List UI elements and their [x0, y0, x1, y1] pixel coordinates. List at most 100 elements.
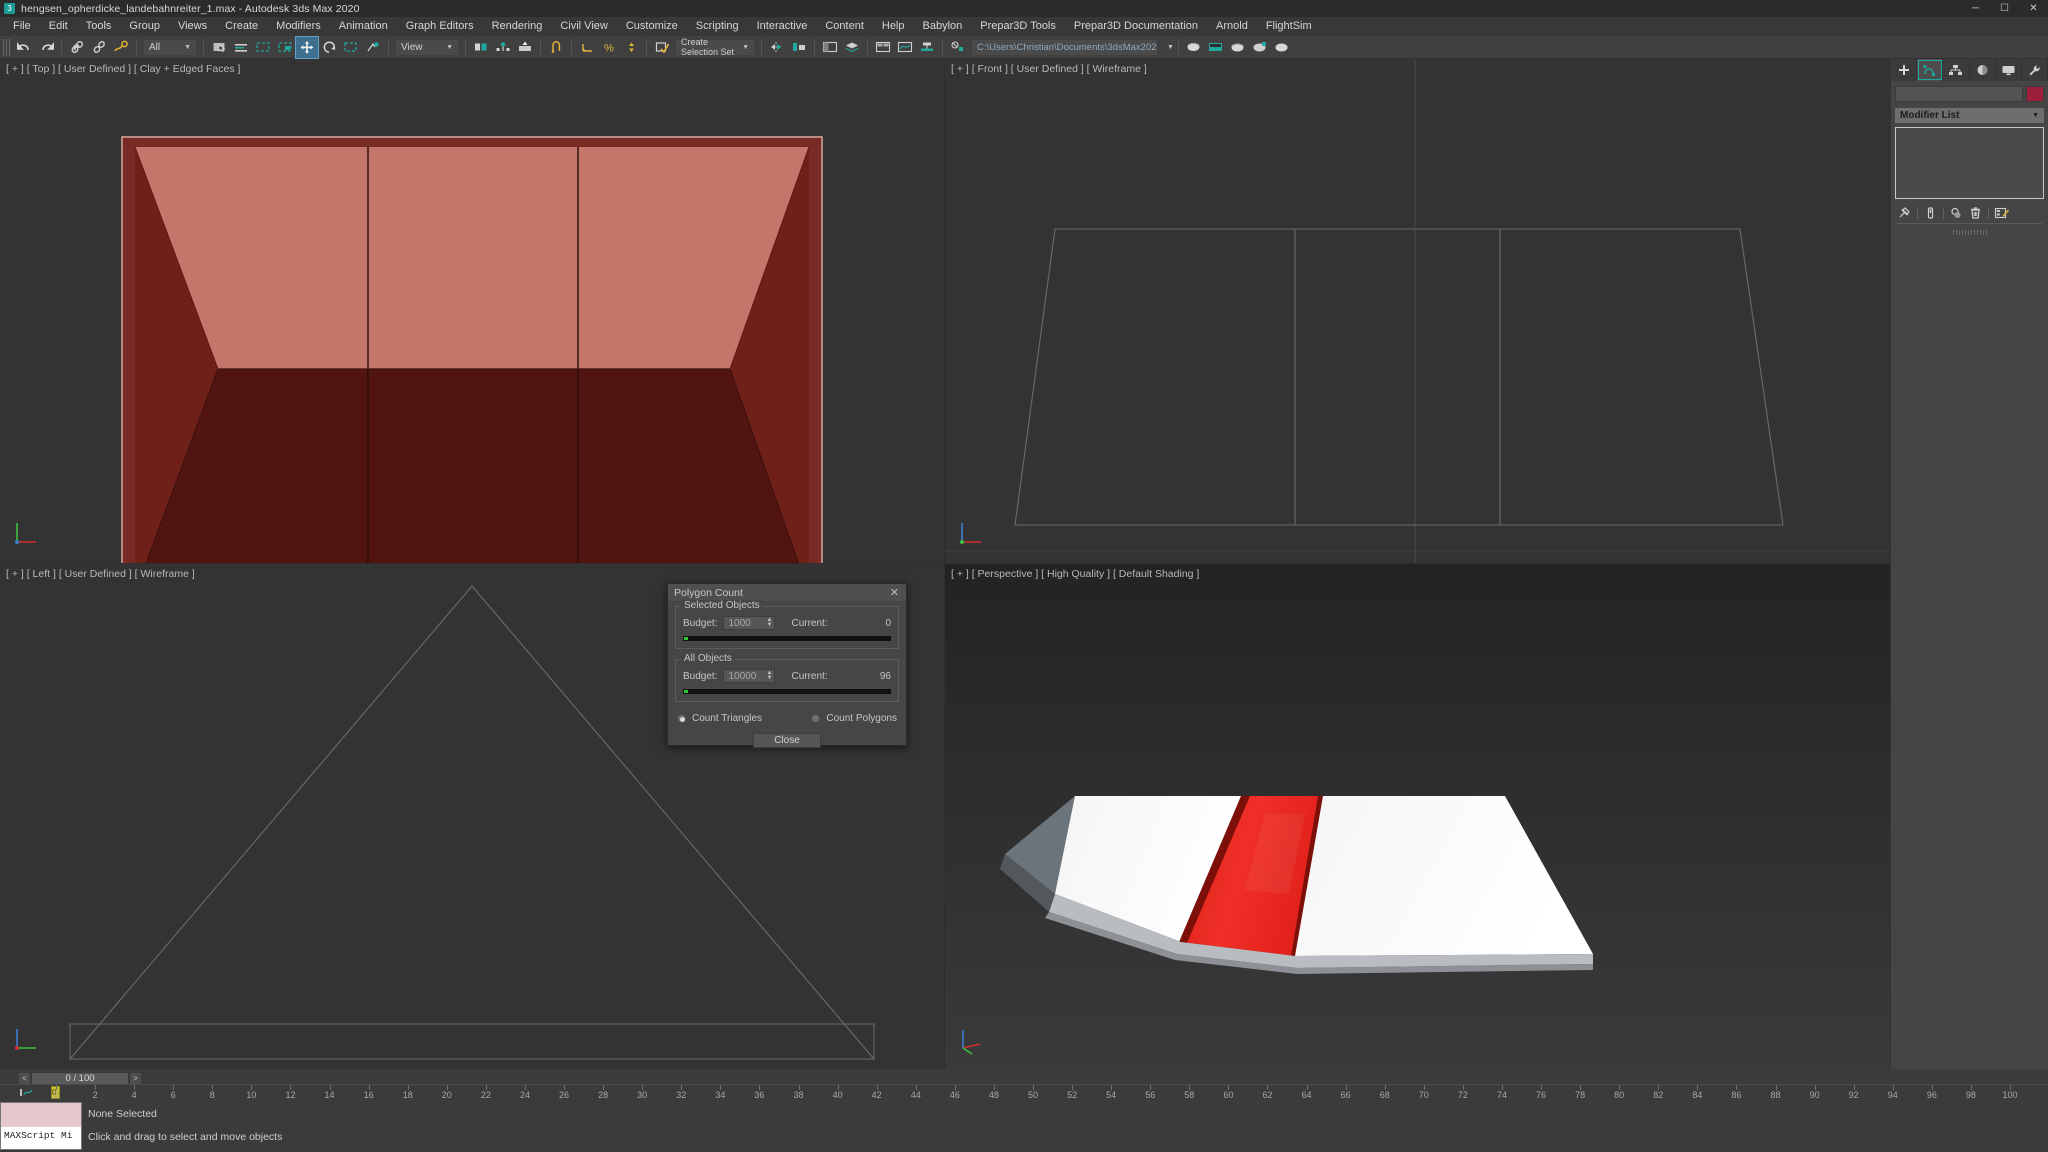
viewport-perspective[interactable]: [ + ] [ Perspective ] [ High Quality ] [… [945, 564, 1890, 1069]
count-polygons-radio[interactable] [811, 714, 821, 723]
edit-named-selection-sets-icon[interactable] [651, 37, 673, 58]
count-polygons-label[interactable]: Count Polygons [826, 713, 897, 724]
modifier-stack-list[interactable] [1895, 127, 2044, 199]
snaps-toggle-icon[interactable] [545, 37, 567, 58]
make-unique-icon[interactable] [1948, 204, 1965, 221]
minimize-icon[interactable]: ─ [1961, 0, 1990, 17]
menu-prepar3d-tools[interactable]: Prepar3D Tools [971, 17, 1065, 36]
menu-group[interactable]: Group [120, 17, 169, 36]
pin-stack-icon[interactable] [1896, 204, 1913, 221]
menu-views[interactable]: Views [169, 17, 216, 36]
maxscript-output-pane[interactable] [1, 1103, 81, 1127]
maximize-icon[interactable]: ☐ [1990, 0, 2019, 17]
select-and-scale-icon[interactable] [340, 37, 362, 58]
viewport-perspective-label[interactable]: [ + ] [ Perspective ] [ High Quality ] [… [951, 568, 1199, 580]
tab-utilities[interactable] [2022, 59, 2048, 81]
all-budget-spinner[interactable]: 10000 ▲ ▼ [723, 669, 776, 683]
viewport-left-label[interactable]: [ + ] [ Left ] [ User Defined ] [ Wirefr… [6, 568, 195, 580]
menu-babylon[interactable]: Babylon [914, 17, 972, 36]
menu-flightsim[interactable]: FlightSim [1257, 17, 1321, 36]
menu-rendering[interactable]: Rendering [483, 17, 552, 36]
show-end-result-icon[interactable] [1922, 204, 1939, 221]
menu-file[interactable]: File [4, 17, 40, 36]
menu-edit[interactable]: Edit [40, 17, 77, 36]
use-pivot-point-center-icon[interactable] [470, 37, 492, 58]
spinner-arrows-icon[interactable]: ▲ ▼ [767, 670, 773, 681]
menu-modifiers[interactable]: Modifiers [267, 17, 330, 36]
tab-display[interactable] [1996, 59, 2022, 81]
tab-create[interactable] [1891, 59, 1918, 81]
render-setup-icon[interactable] [1227, 37, 1249, 58]
menu-prepar3d-documentation[interactable]: Prepar3D Documentation [1065, 17, 1207, 36]
mirror-icon[interactable] [766, 37, 788, 58]
polygon-count-dialog[interactable]: Polygon Count ✕ Selected Objects Budget:… [667, 583, 907, 748]
curve-editor-icon[interactable] [894, 37, 916, 58]
toggle-scene-explorer-icon[interactable] [819, 37, 841, 58]
tab-modify[interactable] [1917, 59, 1944, 81]
redo-icon[interactable] [35, 37, 57, 58]
mini-curve-editor-icon[interactable] [18, 1086, 34, 1099]
select-and-manipulate-icon[interactable] [514, 37, 536, 58]
configure-modifier-sets-icon[interactable] [1993, 204, 2010, 221]
object-name-field[interactable] [1895, 86, 2023, 102]
menu-animation[interactable]: Animation [330, 17, 397, 36]
modifier-list-dropdown[interactable]: Modifier List ▼ [1895, 108, 2044, 123]
spinner-snap-toggle-icon[interactable] [620, 37, 642, 58]
tab-hierarchy[interactable] [1943, 59, 1970, 81]
remove-modifier-icon[interactable] [1967, 204, 1984, 221]
selection-filter-dropdown[interactable]: All ▼ [144, 39, 196, 55]
count-polygons-option[interactable]: Count Polygons [811, 713, 897, 724]
menu-create[interactable]: Create [216, 17, 267, 36]
select-and-move-icon[interactable] [295, 35, 319, 59]
count-triangles-label[interactable]: Count Triangles [692, 713, 762, 724]
select-and-place-icon[interactable] [362, 37, 384, 58]
close-icon[interactable]: ✕ [2019, 0, 2048, 17]
count-triangles-radio[interactable] [677, 714, 686, 723]
chevron-down-icon[interactable]: ▼ [1167, 44, 1174, 51]
align-icon[interactable] [788, 37, 810, 58]
close-icon[interactable]: ✕ [887, 586, 902, 599]
panel-resize-grip[interactable] [1952, 230, 1987, 235]
window-crossing-toggle-icon[interactable] [274, 37, 296, 58]
slate-material-editor-icon[interactable] [1205, 37, 1227, 58]
bind-to-space-warp-icon[interactable] [110, 37, 132, 58]
select-object-icon[interactable] [208, 37, 230, 58]
toolbar-grip[interactable] [3, 38, 10, 56]
project-path-field[interactable]: C:\Users\Christian\Documents\3dsMax2020 [972, 39, 1157, 55]
use-selection-center-icon[interactable] [492, 37, 514, 58]
menu-scripting[interactable]: Scripting [687, 17, 748, 36]
rendered-frame-window-icon[interactable] [1249, 37, 1271, 58]
menu-tools[interactable]: Tools [77, 17, 121, 36]
menu-content[interactable]: Content [816, 17, 873, 36]
material-editor-icon[interactable] [1183, 37, 1205, 58]
toggle-layer-explorer-icon[interactable] [841, 37, 863, 58]
timeline-ruler[interactable]: 0 0 2 4 6 8 10 12 14 16 18 20 22 24 26 28 30 32 34 36 38 40 4… [0, 1084, 2048, 1100]
undo-icon[interactable] [13, 37, 35, 58]
render-production-icon[interactable] [1271, 37, 1293, 58]
select-by-name-icon[interactable] [230, 37, 252, 58]
menu-graph-editors[interactable]: Graph Editors [397, 17, 483, 36]
percent-snap-toggle-icon[interactable]: % [598, 37, 620, 58]
menu-customize[interactable]: Customize [617, 17, 687, 36]
maxscript-mini-listener[interactable]: MAXScript Mi [0, 1102, 82, 1150]
rectangular-selection-region-icon[interactable] [252, 37, 274, 58]
select-and-link-icon[interactable] [66, 37, 88, 58]
reference-coordinate-dropdown[interactable]: View ▼ [396, 39, 458, 55]
select-and-rotate-icon[interactable] [318, 37, 340, 58]
tab-motion[interactable] [1970, 59, 1996, 81]
toggle-ribbon-icon[interactable] [872, 37, 894, 58]
dialog-title-bar[interactable]: Polygon Count ✕ [668, 584, 906, 601]
menu-help[interactable]: Help [873, 17, 914, 36]
viewport-front[interactable]: [ + ] [ Front ] [ User Defined ] [ Wiref… [945, 59, 1890, 563]
selected-budget-spinner[interactable]: 1000 ▲ ▼ [723, 616, 776, 630]
menu-civil-view[interactable]: Civil View [551, 17, 616, 36]
unlink-selection-icon[interactable] [88, 37, 110, 58]
close-button[interactable]: Close [753, 733, 821, 748]
viewport-top[interactable]: [ + ] [ Top ] [ User Defined ] [ Clay + … [0, 59, 944, 563]
menu-arnold[interactable]: Arnold [1207, 17, 1257, 36]
named-selection-set-dropdown[interactable]: Create Selection Set ▼ [676, 37, 754, 57]
object-color-swatch[interactable] [2026, 86, 2044, 102]
viewport-top-label[interactable]: [ + ] [ Top ] [ User Defined ] [ Clay + … [6, 63, 240, 75]
project-folder-icon[interactable] [947, 37, 969, 58]
spinner-arrows-icon[interactable]: ▲ ▼ [767, 617, 773, 628]
